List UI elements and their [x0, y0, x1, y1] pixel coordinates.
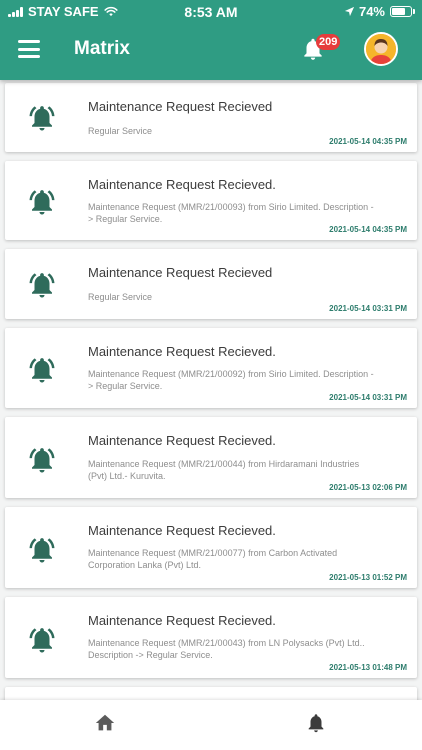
- battery-icon: [390, 6, 415, 17]
- home-icon: [95, 714, 115, 731]
- notification-timestamp: 2021-05-13 01:52 PM: [329, 573, 407, 582]
- notification-title: Maintenance Request Recieved: [88, 265, 273, 280]
- bell-ring-icon: [29, 448, 55, 473]
- notification-title: Maintenance Request Recieved.: [88, 177, 276, 192]
- notification-title: Maintenance Request Recieved.: [88, 523, 276, 538]
- notification-timestamp: 2021-05-14 03:31 PM: [329, 393, 407, 402]
- notification-title: Maintenance Request Recieved.: [88, 433, 276, 448]
- hamburger-menu-button[interactable]: [18, 40, 40, 58]
- notification-timestamp: 2021-05-14 03:31 PM: [329, 304, 407, 313]
- notification-card[interactable]: Maintenance Request Recieved Regular Ser…: [5, 83, 417, 152]
- notification-card[interactable]: Maintenance Request Recieved. Maintenanc…: [5, 417, 417, 498]
- app-header: STAY SAFE 8:53 AM 74% Matrix 209: [0, 0, 422, 80]
- notification-description: Maintenance Request (MMR/21/00092) from …: [88, 369, 374, 391]
- notification-timestamp: 2021-05-13 01:48 PM: [329, 663, 407, 672]
- bell-ring-icon: [29, 190, 55, 215]
- notification-title: Maintenance Request Recieved.: [88, 344, 276, 359]
- notification-description: Maintenance Request (MMR/21/00077) from …: [88, 548, 338, 570]
- bell-ring-icon: [29, 106, 55, 131]
- notification-timestamp: 2021-05-14 04:35 PM: [329, 137, 407, 146]
- app-root: STAY SAFE 8:53 AM 74% Matrix 209 Mainten…: [0, 0, 422, 750]
- notification-card[interactable]: Maintenance Request Recieved. Maintenanc…: [5, 597, 417, 678]
- avatar-icon: [366, 34, 396, 64]
- notification-description: Regular Service: [88, 292, 153, 302]
- bell-icon: [308, 714, 324, 733]
- user-avatar[interactable]: [364, 32, 398, 66]
- battery-percent: 74%: [358, 4, 385, 19]
- page-title: Matrix: [74, 38, 130, 59]
- bell-ring-icon: [29, 273, 55, 298]
- location-arrow-icon: [344, 6, 355, 17]
- notification-timestamp: 2021-05-13 02:06 PM: [329, 483, 407, 492]
- bell-ring-icon: [29, 628, 55, 653]
- notification-card[interactable]: Maintenance Request Recieved. Maintenanc…: [5, 161, 417, 240]
- notification-card[interactable]: Maintenance Request Recieved Regular Ser…: [5, 249, 417, 319]
- notification-card[interactable]: Maintenance Request Recieved. Maintenanc…: [5, 328, 417, 408]
- notification-title: Maintenance Request Recieved.: [88, 613, 276, 628]
- notification-card[interactable]: Maintenance Request Recieved. Maintenanc…: [5, 507, 417, 588]
- nav-notifications-tab[interactable]: [211, 700, 422, 750]
- bell-ring-icon: [29, 538, 55, 563]
- notification-timestamp: 2021-05-14 04:35 PM: [329, 225, 407, 234]
- notification-description: Maintenance Request (MMR/21/00044) from …: [88, 459, 360, 481]
- nav-home-tab[interactable]: [0, 700, 211, 750]
- status-bar: STAY SAFE 8:53 AM 74%: [0, 0, 422, 22]
- notification-description: Maintenance Request (MMR/21/00043) from …: [88, 638, 365, 660]
- notification-description: Maintenance Request (MMR/21/00093) from …: [88, 202, 374, 224]
- status-right-group: 74%: [344, 4, 415, 19]
- notification-description: Regular Service: [88, 126, 153, 136]
- notification-count-badge: 209: [316, 34, 341, 50]
- notification-title: Maintenance Request Recieved: [88, 99, 273, 114]
- bottom-navigation: [0, 700, 422, 750]
- bell-ring-icon: [29, 358, 55, 383]
